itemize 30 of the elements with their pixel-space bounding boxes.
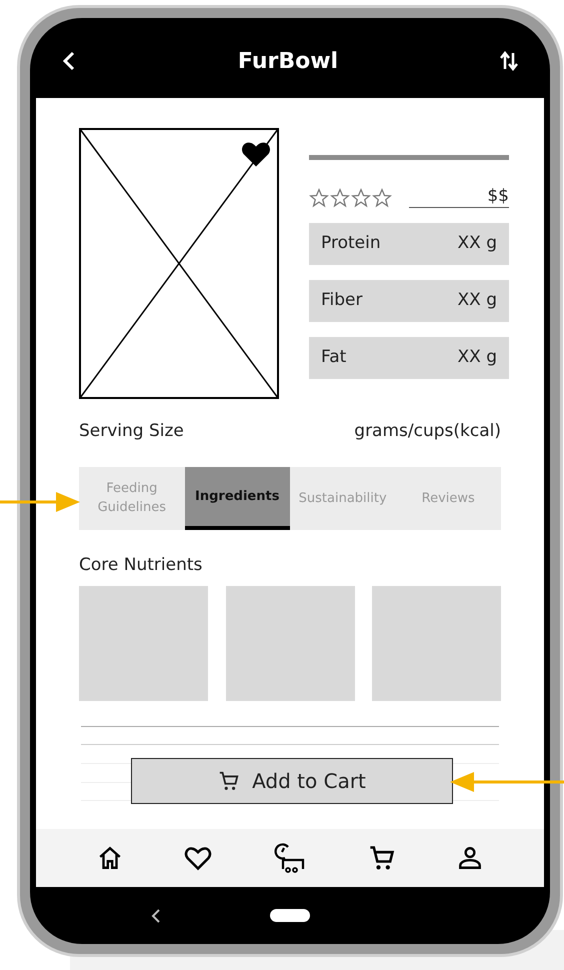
home-icon[interactable]	[96, 845, 123, 871]
serving-size-label: Serving Size	[79, 420, 184, 443]
nutrient-value: XX g	[458, 289, 497, 312]
nutrient-label: Protein	[321, 232, 381, 256]
back-icon[interactable]	[150, 908, 161, 922]
cart-icon	[218, 770, 240, 792]
star-icon	[372, 188, 392, 208]
sort-icon[interactable]	[500, 51, 518, 71]
tab[interactable]: Feeding Guidelines	[79, 466, 185, 530]
nutrient-label: Fiber	[321, 289, 363, 312]
nutrient-label: Fat	[321, 346, 346, 370]
profile-icon[interactable]	[457, 845, 484, 871]
nutrient-value: XX g	[458, 346, 497, 370]
section-title: Core Nutrients	[78, 554, 204, 576]
tab[interactable]: Ingredients	[184, 466, 290, 530]
serving-size-value: grams/cups(kcal)	[354, 420, 501, 443]
heart-icon[interactable]	[184, 845, 212, 871]
tab[interactable]: Reviews	[395, 466, 501, 530]
favorite-heart-icon[interactable]	[241, 140, 271, 168]
cart-icon[interactable]	[368, 844, 396, 872]
add-to-cart-button[interactable]: Add to Cart	[131, 758, 453, 804]
tab[interactable]: Sustainability	[290, 466, 396, 530]
star-icon	[309, 188, 329, 208]
star-icon	[351, 188, 371, 208]
nutrient-value: XX g	[458, 232, 497, 256]
price: $$	[409, 185, 509, 208]
home-pill[interactable]	[270, 909, 310, 922]
star-icon	[330, 188, 350, 208]
timer-cart-icon[interactable]	[272, 842, 307, 874]
app-title: FurBowl	[238, 48, 338, 76]
